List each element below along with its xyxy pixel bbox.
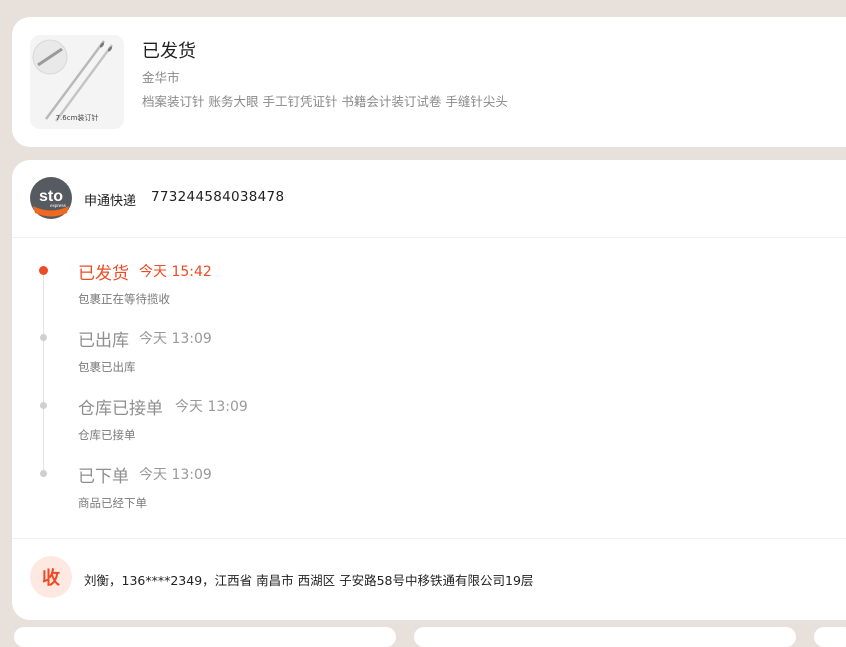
timeline-dot-active [39, 266, 48, 275]
event-description: 商品已经下单 [78, 496, 147, 510]
event-description: 包裹已出库 [78, 360, 136, 374]
sto-logo-icon: sto express [30, 177, 72, 219]
product-title[interactable]: 档案装订针 账务大眼 手工钉凭证针 书籍会计装订试卷 手缝针尖头 [142, 91, 508, 110]
divider [12, 237, 846, 238]
tracking-number[interactable]: 773244584038478 [151, 189, 284, 205]
event-time: 今天 13:09 [139, 467, 212, 483]
event-time: 今天 13:09 [139, 331, 212, 347]
event-description: 仓库已接单 [78, 428, 136, 442]
event-title: 已下单 [78, 467, 129, 487]
product-thumbnail[interactable]: 7.6cm装订针 [30, 35, 124, 129]
sto-logo-subtext: express [50, 203, 67, 208]
bottom-action-card[interactable] [14, 627, 396, 647]
event-title: 仓库已接单 [78, 399, 163, 419]
carrier-name: 申通快递 [84, 194, 137, 209]
product-card[interactable]: 7.6cm装订针 已发货 金华市 档案装订针 账务大眼 手工钉凭证针 书籍会计装… [12, 17, 846, 147]
event-title: 已出库 [78, 331, 129, 351]
divider [12, 538, 846, 539]
timeline-dot [40, 402, 47, 409]
thumbnail-caption: 7.6cm装订针 [55, 114, 99, 122]
timeline-dot [40, 334, 47, 341]
product-city: 金华市 [142, 70, 180, 85]
bottom-action-card[interactable] [814, 627, 846, 647]
event-title: 已发货 [78, 264, 129, 284]
product-status: 已发货 [142, 41, 196, 62]
timeline-dot [40, 470, 47, 477]
event-description: 包裹正在等待揽收 [78, 292, 170, 306]
event-time: 今天 13:09 [175, 399, 248, 415]
timeline-line [43, 270, 44, 474]
bottom-action-card[interactable] [414, 627, 796, 647]
receiver-address[interactable]: 刘衡，136****2349，江西省 南昌市 西湖区 子安路58号中移铁通有限公… [84, 570, 533, 589]
event-time: 今天 15:42 [139, 264, 212, 280]
tracking-card: sto express 申通快递 773244584038478 已发货 今天 … [12, 160, 846, 620]
receiver-icon: 收 [30, 556, 72, 598]
